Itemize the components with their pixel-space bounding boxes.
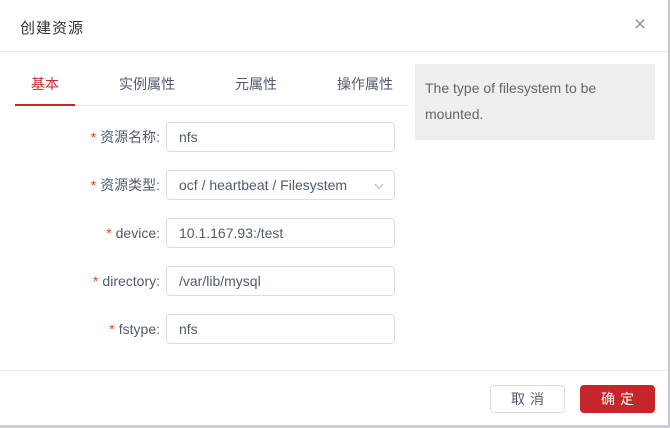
tab-operation-attrs[interactable]: 操作属性 — [321, 74, 409, 106]
fstype-input[interactable] — [166, 314, 395, 344]
resource-form: *资源名称: *资源类型: ocf / heartbeat / Filesyst… — [0, 122, 410, 362]
chevron-down-icon — [373, 180, 385, 192]
dialog-title: 创建资源 — [20, 17, 84, 38]
required-marker: * — [109, 321, 114, 337]
form-row-resource-type: *资源类型: ocf / heartbeat / Filesystem — [0, 170, 410, 200]
form-row-device: *device: — [0, 218, 410, 248]
device-label: *device: — [0, 225, 160, 241]
directory-input[interactable] — [166, 266, 395, 296]
form-row-fstype: *fstype: — [0, 314, 410, 344]
resource-type-label: *资源类型: — [0, 175, 160, 195]
dialog-footer: 取消 确定 — [0, 370, 668, 425]
form-row-directory: *directory: — [0, 266, 410, 296]
required-marker: * — [91, 129, 96, 145]
close-icon[interactable]: × — [628, 13, 652, 37]
tab-bar: 基本 实例属性 元属性 操作属性 — [15, 52, 409, 106]
create-resource-dialog: 创建资源 × 基本 实例属性 元属性 操作属性 The type of file… — [0, 0, 670, 428]
field-help-panel: The type of filesystem to be mounted. — [415, 64, 655, 140]
resource-type-select[interactable]: ocf / heartbeat / Filesystem — [166, 170, 395, 200]
tab-basic[interactable]: 基本 — [15, 74, 75, 106]
device-input[interactable] — [166, 218, 395, 248]
tab-meta-attrs[interactable]: 元属性 — [219, 74, 293, 106]
form-row-resource-name: *资源名称: — [0, 122, 410, 152]
cancel-button[interactable]: 取消 — [490, 385, 565, 413]
confirm-button[interactable]: 确定 — [580, 385, 655, 413]
tab-instance-attrs[interactable]: 实例属性 — [103, 74, 191, 106]
fstype-label: *fstype: — [0, 321, 160, 337]
required-marker: * — [93, 273, 98, 289]
resource-name-label: *资源名称: — [0, 127, 160, 147]
required-marker: * — [91, 177, 96, 193]
resource-type-selected-value: ocf / heartbeat / Filesystem — [179, 177, 347, 193]
dialog-header: 创建资源 × — [0, 0, 668, 52]
resource-name-input[interactable] — [166, 122, 395, 152]
directory-label: *directory: — [0, 273, 160, 289]
required-marker: * — [106, 225, 111, 241]
dialog-body: 基本 实例属性 元属性 操作属性 The type of filesystem … — [0, 52, 668, 370]
